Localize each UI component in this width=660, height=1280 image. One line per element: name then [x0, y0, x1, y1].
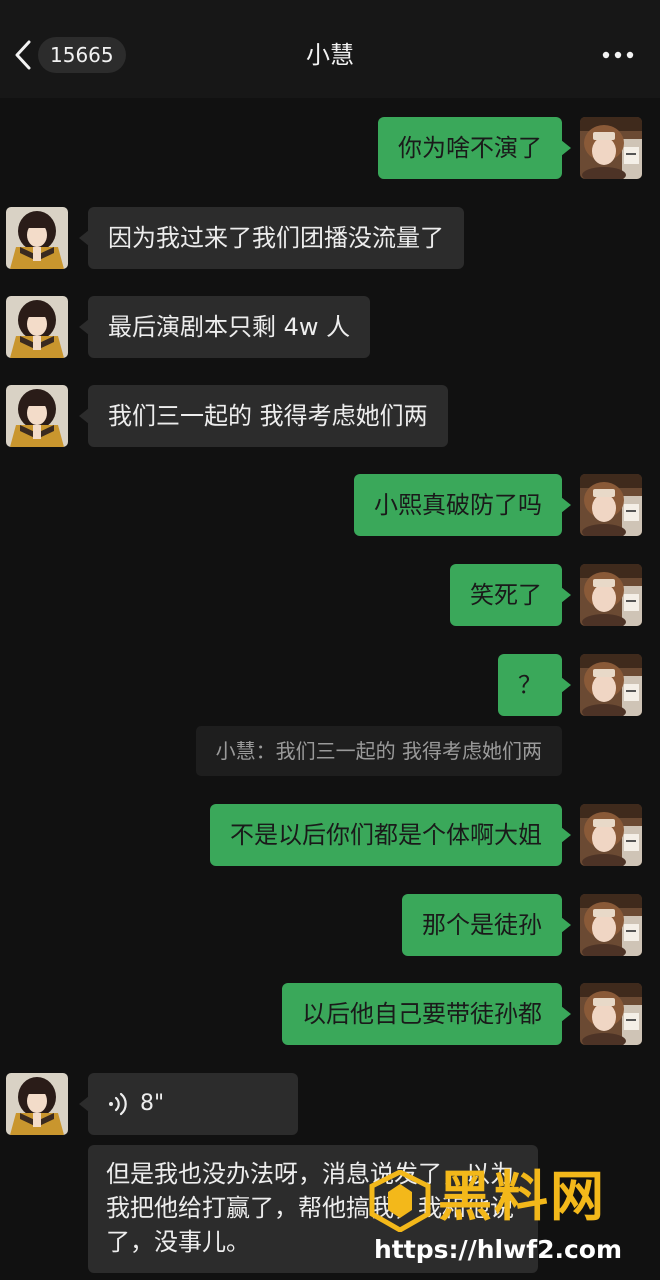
watermark-logo-icon [369, 1170, 431, 1232]
watermark: 黑料网 https://hlwf2.com [368, 1160, 658, 1272]
contact-avatar[interactable] [6, 385, 68, 447]
message-row: 小熙真破防了吗 [0, 474, 660, 536]
incoming-message-bubble[interactable]: 因为我过来了我们团播没流量了 [79, 207, 464, 269]
message-row: ？ [0, 654, 660, 716]
my-avatar[interactable] [580, 983, 642, 1045]
contact-avatar[interactable] [6, 1073, 68, 1135]
my-avatar[interactable] [580, 654, 642, 716]
quoted-message[interactable]: 小慧：我们三一起的 我得考虑她们两 [195, 726, 562, 776]
voice-message-bubble[interactable]: 8" [79, 1073, 298, 1135]
chat-title: 小慧 [306, 41, 354, 69]
message-row: 我们三一起的 我得考虑她们两 [0, 385, 660, 447]
voice-duration: 8" [140, 1091, 165, 1116]
outgoing-message-bubble[interactable]: 不是以后你们都是个体啊大姐 [210, 804, 571, 866]
chat-screen: 15665 小慧 你为啥不演了 因为我过来了我们团播没流量了 最后演剧本只剩 4… [0, 0, 660, 1280]
message-row: 最后演剧本只剩 4w 人 [0, 296, 660, 358]
voice-wave-icon [109, 1092, 127, 1116]
outgoing-message-bubble[interactable]: 以后他自己要带徒孙都 [282, 983, 571, 1045]
incoming-message-bubble[interactable]: 最后演剧本只剩 4w 人 [78, 296, 371, 358]
incoming-message-bubble[interactable]: 我们三一起的 我得考虑她们两 [79, 385, 448, 447]
chat-header: 15665 小慧 [0, 0, 660, 98]
quote-row: 小慧：我们三一起的 我得考虑她们两 [0, 726, 660, 776]
message-row: 以后他自己要带徒孙都 [0, 983, 660, 1045]
my-avatar[interactable] [580, 474, 642, 536]
outgoing-message-bubble[interactable]: 你为啥不演了 [378, 117, 571, 179]
message-row: 不是以后你们都是个体啊大姐 [0, 804, 660, 866]
message-row: 因为我过来了我们团播没流量了 [0, 207, 660, 269]
my-avatar[interactable] [580, 804, 642, 866]
message-row: 那个是徒孙 [0, 894, 660, 956]
message-row: 你为啥不演了 [0, 117, 660, 179]
my-avatar[interactable] [580, 894, 642, 956]
contact-avatar[interactable] [6, 296, 68, 358]
my-avatar[interactable] [580, 117, 642, 179]
outgoing-message-bubble[interactable]: ？ [498, 654, 571, 716]
watermark-brand: 黑料网 [438, 1165, 606, 1228]
contact-avatar[interactable] [6, 207, 68, 269]
outgoing-message-bubble[interactable]: 小熙真破防了吗 [354, 474, 571, 536]
watermark-url: https://hlwf2.com [374, 1235, 623, 1264]
message-row: 笑死了 [0, 564, 660, 626]
outgoing-message-bubble[interactable]: 那个是徒孙 [402, 894, 571, 956]
my-avatar[interactable] [580, 564, 642, 626]
more-options-icon[interactable] [602, 50, 634, 60]
outgoing-message-bubble[interactable]: 笑死了 [450, 564, 571, 626]
